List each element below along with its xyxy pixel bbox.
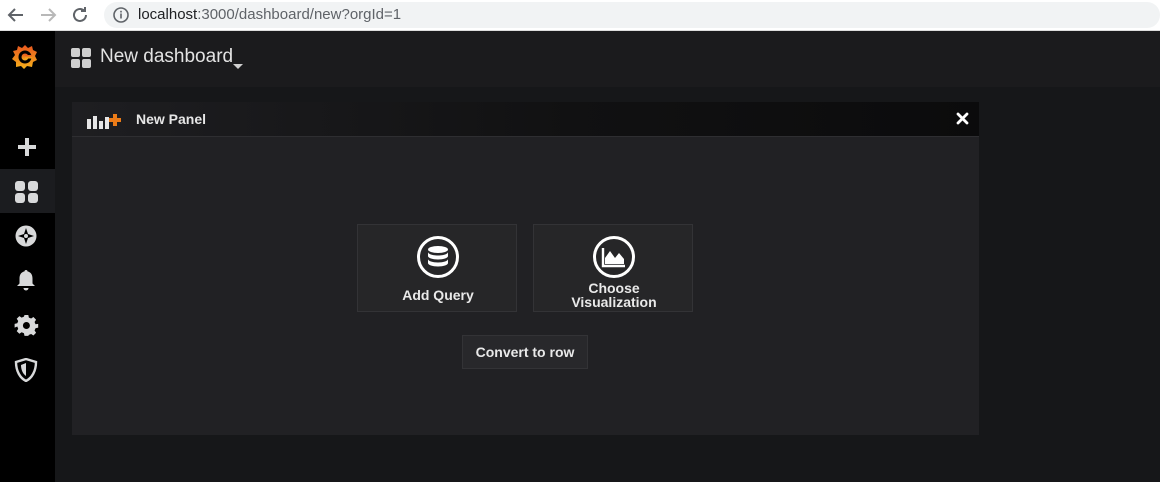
url-host: localhost: [138, 6, 198, 23]
add-query-label: Add Query: [402, 287, 474, 303]
choose-visualization-button[interactable]: Choose Visualization: [533, 224, 693, 312]
panel-header: New Panel: [72, 102, 979, 137]
convert-to-row-button[interactable]: Convert to row: [462, 335, 588, 369]
dashboard-grid-icon: [71, 48, 91, 73]
choose-visualization-label-line2: Visualization: [571, 294, 657, 310]
database-icon: [417, 236, 459, 283]
url-path: :3000/dashboard/new?orgId=1: [197, 6, 402, 23]
reload-icon[interactable]: [68, 3, 92, 27]
browser-toolbar: localhost:3000/dashboard/new?orgId=1: [0, 0, 1160, 31]
panel-title: New Panel: [136, 111, 207, 127]
bell-icon[interactable]: [0, 258, 55, 302]
dashboards-icon[interactable]: [0, 169, 55, 213]
shield-icon[interactable]: [0, 347, 55, 391]
add-query-button[interactable]: Add Query: [357, 224, 517, 312]
side-menu: [0, 31, 55, 482]
back-arrow-icon[interactable]: [4, 3, 28, 27]
gear-icon[interactable]: [0, 303, 55, 347]
info-icon[interactable]: [112, 6, 130, 24]
address-bar[interactable]: localhost:3000/dashboard/new?orgId=1: [104, 2, 1160, 28]
close-icon[interactable]: [956, 112, 969, 130]
dashboard-title[interactable]: New dashboard: [100, 46, 233, 68]
new-panel: New Panel Add Query Choose Visualization: [72, 102, 979, 435]
add-panel-icon: [86, 111, 122, 134]
plus-icon[interactable]: [0, 125, 55, 169]
url-text: localhost:3000/dashboard/new?orgId=1: [138, 5, 401, 25]
grafana-logo-icon[interactable]: [0, 36, 55, 80]
visualization-chart-icon: [593, 236, 635, 283]
forward-arrow-icon[interactable]: [36, 3, 60, 27]
caret-down-icon[interactable]: [233, 57, 243, 75]
dashboard-navbar: New dashboard: [55, 31, 1160, 87]
compass-icon[interactable]: [0, 214, 55, 258]
choose-visualization-label-line1: Choose: [588, 280, 640, 296]
